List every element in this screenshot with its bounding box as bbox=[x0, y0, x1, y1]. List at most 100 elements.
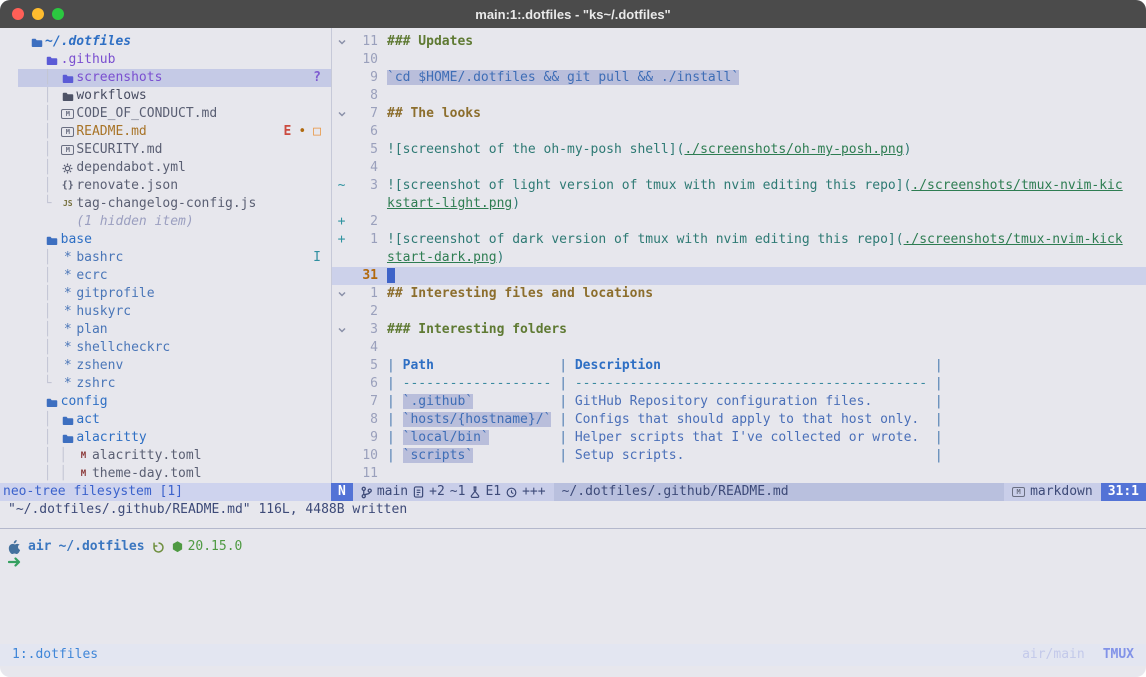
editor-buffer[interactable]: 11### Updates109`cd $HOME/.dotfiles && g… bbox=[332, 33, 1146, 483]
line-text: ![screenshot of dark version of tmux wit… bbox=[378, 231, 1123, 249]
tree-item-shellcheckrc[interactable]: │ *shellcheckrc bbox=[0, 339, 331, 357]
json-icon: {} bbox=[62, 177, 74, 195]
editor-line[interactable]: 1## Interesting files and locations bbox=[332, 285, 1146, 303]
tree-item-plan[interactable]: │ *plan bbox=[0, 321, 331, 339]
tree-item-code-of-conduct-md[interactable]: │ MCODE_OF_CONDUCT.md bbox=[0, 105, 331, 123]
tree-item-zshrc[interactable]: └ *zshrc bbox=[0, 375, 331, 393]
tree-guide: │ bbox=[28, 357, 59, 375]
editor-line[interactable]: 4 bbox=[332, 159, 1146, 177]
editor-line[interactable]: +1![screenshot of dark version of tmux w… bbox=[332, 231, 1146, 249]
line-text: ### Interesting folders bbox=[378, 321, 567, 339]
tree-guide: └ bbox=[28, 195, 59, 213]
editor-line[interactable]: 9| `local/bin` | Helper scripts that I'v… bbox=[332, 429, 1146, 447]
line-text: | ------------------- | ----------------… bbox=[378, 375, 943, 393]
tree-item-label: alacritty bbox=[76, 429, 146, 447]
editor-line[interactable]: +2 bbox=[332, 213, 1146, 231]
line-number: 9 bbox=[348, 429, 378, 447]
tree-guide: │ bbox=[28, 177, 59, 195]
tree-guide: │ bbox=[28, 105, 59, 123]
tmux-session-name: air/main bbox=[1022, 646, 1085, 664]
tree-item-ecrc[interactable]: │ *ecrc bbox=[0, 267, 331, 285]
editor-cursor bbox=[387, 268, 395, 283]
tree-item-tag-changelog-config-js[interactable]: └ JStag-changelog-config.js bbox=[0, 195, 331, 213]
editor-line[interactable]: 10| `scripts` | Setup scripts. | bbox=[332, 447, 1146, 465]
tree-item-zshenv[interactable]: │ *zshenv bbox=[0, 357, 331, 375]
editor-line[interactable]: 31 bbox=[332, 267, 1146, 285]
git-segment: main +2 ~1 E1 +++ bbox=[353, 483, 554, 501]
tree-guide: │ bbox=[28, 123, 59, 141]
tree-item-renovate-json[interactable]: │ {}renovate.json bbox=[0, 177, 331, 195]
line-number: 31 bbox=[348, 267, 378, 285]
mode-indicator: N bbox=[331, 483, 353, 501]
line-number: 6 bbox=[348, 375, 378, 393]
editor-line[interactable]: 3### Interesting folders bbox=[332, 321, 1146, 339]
editor-line[interactable]: 4 bbox=[332, 339, 1146, 357]
tree-item-readme-md[interactable]: │ MREADME.mdE•□ bbox=[0, 123, 331, 141]
tmux-window-tab[interactable]: 1:.dotfiles bbox=[12, 646, 98, 664]
editor-line[interactable]: ~3![screenshot of light version of tmux … bbox=[332, 177, 1146, 195]
editor-line[interactable]: 5![screenshot of the oh-my-posh shell](.… bbox=[332, 141, 1146, 159]
dotfile-icon: * bbox=[64, 249, 72, 267]
tree-item-label: ~/.dotfiles bbox=[45, 33, 131, 51]
editor-line[interactable]: 5| Path | Description | bbox=[332, 357, 1146, 375]
tmux-pane-separator bbox=[0, 528, 1146, 529]
markdown-icon: M bbox=[1012, 487, 1025, 497]
folder-icon bbox=[46, 397, 58, 408]
editor-line[interactable]: 9`cd $HOME/.dotfiles && git pull && ./in… bbox=[332, 69, 1146, 87]
statusline: neo-tree filesystem [1] N main +2 ~1 E1 … bbox=[0, 483, 1146, 501]
editor-line[interactable]: 7| `.github` | GitHub Repository configu… bbox=[332, 393, 1146, 411]
tree-item-security-md[interactable]: │ MSECURITY.md bbox=[0, 141, 331, 159]
editor-line[interactable]: 11 bbox=[332, 465, 1146, 483]
dotfile-icon: * bbox=[64, 285, 72, 303]
tree-item-base[interactable]: base bbox=[0, 231, 331, 249]
tree-item-gitprofile[interactable]: │ *gitprofile bbox=[0, 285, 331, 303]
tree-item-huskyrc[interactable]: │ *huskyrc bbox=[0, 303, 331, 321]
tree-item-label: plan bbox=[76, 321, 107, 339]
tree-item-config[interactable]: config bbox=[0, 393, 331, 411]
branch-name: main bbox=[377, 483, 408, 501]
tree-item-alacritty[interactable]: │ alacritty bbox=[0, 429, 331, 447]
javascript-icon: JS bbox=[63, 195, 73, 213]
item-mark: • bbox=[298, 123, 306, 141]
editor-line[interactable]: 11### Updates bbox=[332, 33, 1146, 51]
editor-line[interactable]: 6| ------------------- | ---------------… bbox=[332, 375, 1146, 393]
tree-item-workflows[interactable]: │ workflows bbox=[0, 87, 331, 105]
apple-icon bbox=[8, 540, 21, 554]
editor-line[interactable]: 6 bbox=[332, 123, 1146, 141]
tree-item--1-hidden-item-[interactable]: (1 hidden item) bbox=[0, 213, 331, 231]
line-number: 8 bbox=[348, 411, 378, 429]
editor-line[interactable]: start-dark.png) bbox=[332, 249, 1146, 267]
tree-item-theme-day-toml[interactable]: │ │ Mtheme-day.toml bbox=[0, 465, 331, 483]
tree-item-screenshots[interactable]: │ screenshots? bbox=[0, 69, 331, 87]
command-line-message: "~/.dotfiles/.github/README.md" 116L, 44… bbox=[0, 501, 1146, 519]
statusline-flags: +++ bbox=[522, 483, 545, 501]
tree-guide: │ bbox=[28, 69, 59, 87]
tree-item-act[interactable]: │ act bbox=[0, 411, 331, 429]
folder-icon bbox=[62, 73, 74, 84]
item-mark: ? bbox=[313, 69, 321, 87]
line-text: kstart-light.png) bbox=[378, 195, 520, 213]
tree-item-dependabot-yml[interactable]: │ dependabot.yml bbox=[0, 159, 331, 177]
tree-item-bashrc[interactable]: │ *bashrcI bbox=[0, 249, 331, 267]
tree-item-label: SECURITY.md bbox=[76, 141, 162, 159]
line-number: 4 bbox=[348, 159, 378, 177]
tree-guide bbox=[28, 231, 44, 249]
tree-guide: │ bbox=[28, 339, 59, 357]
editor-line[interactable]: 7## The looks bbox=[332, 105, 1146, 123]
editor-line[interactable]: 2 bbox=[332, 303, 1146, 321]
gear-icon bbox=[62, 163, 73, 174]
toml-icon: M bbox=[81, 465, 86, 483]
line-text bbox=[378, 267, 395, 285]
tree-item-label: shellcheckrc bbox=[76, 339, 170, 357]
file-path-segment: ~/.dotfiles/.github/README.md bbox=[554, 483, 1004, 501]
fold-open-icon bbox=[337, 325, 347, 335]
editor-line[interactable]: kstart-light.png) bbox=[332, 195, 1146, 213]
editor-line[interactable]: 10 bbox=[332, 51, 1146, 69]
tree-item--github[interactable]: .github bbox=[0, 51, 331, 69]
tree-item-label: act bbox=[76, 411, 99, 429]
line-number: 8 bbox=[348, 87, 378, 105]
editor-line[interactable]: 8 bbox=[332, 87, 1146, 105]
tree-item-alacritty-toml[interactable]: │ │ Malacritty.toml bbox=[0, 447, 331, 465]
tree-item--dotfiles[interactable]: ~/.dotfiles bbox=[0, 33, 331, 51]
editor-line[interactable]: 8| `hosts/{hostname}/` | Configs that sh… bbox=[332, 411, 1146, 429]
